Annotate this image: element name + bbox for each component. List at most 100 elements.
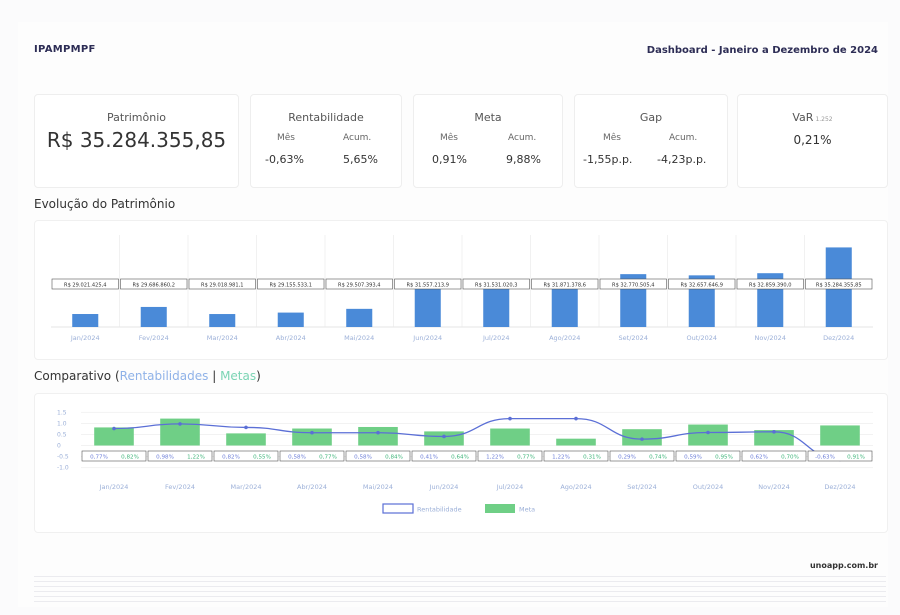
data-label: R$ 32.770.505,4 xyxy=(612,282,654,288)
legend-label-rentabilidade: Rentabilidade xyxy=(417,506,462,514)
comparativo-title: Comparativo (Rentabilidades | Metas) xyxy=(34,369,261,383)
point-rentabilidade xyxy=(112,426,116,431)
point-rentabilidade xyxy=(706,430,710,435)
bar-patrimonio xyxy=(209,314,236,327)
bar-meta xyxy=(358,426,398,446)
x-tick-label: Abr/2024 xyxy=(297,483,327,491)
data-label: R$ 29.507.393,4 xyxy=(338,282,380,288)
y-tick-label: 0.5 xyxy=(57,431,67,438)
meta-data-label: 0,84% xyxy=(385,454,403,460)
bar-meta xyxy=(424,431,464,446)
x-tick-label: Mai/2024 xyxy=(363,483,393,491)
gap-acum-label: Acum. xyxy=(669,133,698,143)
y-tick-label: -1.0 xyxy=(57,465,69,472)
brand-name: IPAMPMPF xyxy=(34,44,96,55)
bar-meta xyxy=(490,428,530,446)
rentabilidade-data-label: 0,82% xyxy=(222,454,240,460)
meta-mes-value: 0,91% xyxy=(432,153,467,166)
rentabilidade-data-label: -0,63% xyxy=(815,454,835,460)
data-label: R$ 29.018.981,1 xyxy=(201,282,243,288)
rentabilidade-data-label: 0,59% xyxy=(684,454,702,460)
point-rentabilidade xyxy=(640,437,644,441)
meta-data-label: 1,22% xyxy=(187,454,205,460)
legend-label-meta: Meta xyxy=(519,506,535,514)
y-tick-label: -0.5 xyxy=(57,454,69,461)
data-label: R$ 29.021.425,4 xyxy=(64,282,106,288)
card-var-title: VaR 1.252 xyxy=(738,111,887,124)
x-tick-label: Nov/2024 xyxy=(755,334,786,342)
bar-patrimonio xyxy=(414,287,441,327)
card-var: VaR 1.252 0,21% xyxy=(737,94,888,188)
x-tick-label: Set/2024 xyxy=(627,483,656,491)
comparativo-title-text: Comparativo xyxy=(34,369,112,383)
comparativo-separator: | xyxy=(212,369,217,383)
bar-meta xyxy=(556,438,596,446)
data-label: R$ 31.531.020,3 xyxy=(475,282,517,288)
y-tick-label: 1.5 xyxy=(57,409,67,416)
x-tick-label: Mar/2024 xyxy=(207,334,238,342)
rentabilidade-data-label: 0,62% xyxy=(750,454,768,460)
x-tick-label: Set/2024 xyxy=(619,334,648,342)
comparativo-rentabilidades-label: Rentabilidades xyxy=(119,369,209,383)
x-tick-label: Ago/2024 xyxy=(560,483,591,491)
bar-patrimonio xyxy=(140,306,167,327)
x-tick-label: Out/2024 xyxy=(693,483,724,491)
data-label: R$ 29.686.860,2 xyxy=(133,282,175,288)
point-rentabilidade xyxy=(178,422,182,426)
bar-meta xyxy=(688,424,728,446)
x-tick-label: Jan/2024 xyxy=(70,334,100,342)
point-rentabilidade xyxy=(574,416,578,421)
bar-patrimonio xyxy=(483,287,510,327)
x-tick-label: Jan/2024 xyxy=(99,483,129,491)
data-label: R$ 29.155.533,1 xyxy=(270,282,312,288)
point-rentabilidade xyxy=(442,434,446,439)
meta-data-label: 0,91% xyxy=(847,454,865,460)
point-rentabilidade xyxy=(310,430,314,435)
rentabilidade-data-label: 1,22% xyxy=(486,454,504,460)
x-tick-label: Nov/2024 xyxy=(758,483,789,491)
var-title-sub: 1.252 xyxy=(815,116,833,123)
meta-data-label: 0,55% xyxy=(253,454,271,460)
card-meta: Meta Mês Acum. 0,91% 9,88% xyxy=(413,94,563,188)
disclaimer-fine-print xyxy=(34,576,886,604)
point-rentabilidade xyxy=(244,425,248,430)
var-title-text: VaR xyxy=(792,111,814,124)
evolucao-title: Evolução do Patrimônio xyxy=(34,197,176,211)
y-tick-label: 0 xyxy=(57,443,61,450)
x-tick-label: Abr/2024 xyxy=(276,334,306,342)
card-patrimonio-title: Patrimônio xyxy=(107,111,166,124)
var-value: 0,21% xyxy=(793,133,832,147)
meta-data-label: 0,31% xyxy=(583,454,601,460)
comparativo-metas-label: Metas xyxy=(220,369,257,383)
point-rentabilidade xyxy=(772,430,776,434)
rentabilidade-data-label: 0,58% xyxy=(288,454,306,460)
data-label: R$ 32.657.646,9 xyxy=(681,282,723,288)
point-rentabilidade xyxy=(376,430,380,435)
x-tick-label: Jun/2024 xyxy=(429,483,459,491)
rentabilidade-data-label: 0,29% xyxy=(618,454,636,460)
data-label: R$ 31.871.378,6 xyxy=(544,282,586,288)
rentabilidade-mes-value: -0,63% xyxy=(265,153,304,166)
card-meta-title: Meta xyxy=(474,111,502,124)
card-patrimonio: Patrimônio R$ 35.284.355,85 xyxy=(34,94,239,188)
rentabilidade-data-label: 0,77% xyxy=(90,454,108,460)
meta-acum-value: 9,88% xyxy=(506,153,541,166)
x-tick-label: Mar/2024 xyxy=(231,483,262,491)
comparativo-close-paren: ) xyxy=(256,369,261,383)
meta-data-label: 0,82% xyxy=(121,454,139,460)
gap-mes-label: Mês xyxy=(603,133,621,143)
rentabilidade-acum-label: Acum. xyxy=(343,133,372,143)
meta-data-label: 0,70% xyxy=(781,454,799,460)
bar-patrimonio xyxy=(277,312,304,327)
comparativo-chart-box: 1.5 1.0 0.5 0 -0.5 -1.0 Jan/2024 Fev/2024 Mar/20… xyxy=(34,393,888,533)
card-gap-title: Gap xyxy=(639,111,663,124)
meta-acum-label: Acum. xyxy=(508,133,537,143)
x-tick-label: Dez/2024 xyxy=(823,334,854,342)
x-tick-label: Jul/2024 xyxy=(482,334,510,342)
card-gap: Gap Mês Acum. -1,55p.p. -4,23p.p. xyxy=(574,94,728,188)
point-rentabilidade xyxy=(508,416,512,421)
rentabilidade-data-label: 0,58% xyxy=(354,454,372,460)
meta-data-label: 0,74% xyxy=(649,454,667,460)
x-tick-label: Jun/2024 xyxy=(412,334,442,342)
comparativo-chart: 1.5 1.0 0.5 0 -0.5 -1.0 Jan/2024 Fev/2024 Mar/20… xyxy=(57,409,873,514)
